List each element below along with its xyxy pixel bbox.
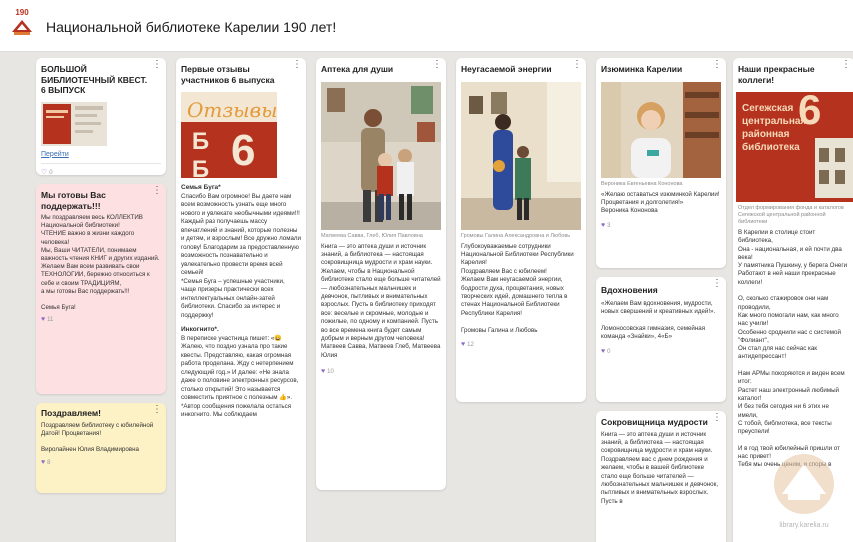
board-header: 190 Национальной библиотеке Карелии 190 … <box>0 0 853 52</box>
like-count: 12 <box>467 341 474 348</box>
post-title: Аптека для души <box>321 64 394 74</box>
heart-icon: ♥ <box>461 340 466 348</box>
more-options-icon[interactable]: ⋮ <box>712 279 722 289</box>
reviews-cover-image[interactable]: Отзывы ББК 6 <box>181 92 277 178</box>
like-count: 0 <box>607 348 611 355</box>
divider <box>41 162 161 164</box>
quest-cover-image[interactable] <box>41 101 107 146</box>
post-card-support[interactable]: ⋮ Мы готовы Вас поддержать!!! Мы поздрав… <box>36 184 166 394</box>
more-options-icon[interactable]: ⋮ <box>841 60 851 70</box>
like-count: 3 <box>607 222 611 229</box>
cover-text: Сегежская центральная районная библиотек… <box>742 103 807 153</box>
post-title: Сокровищница мудрости <box>601 417 708 427</box>
board-title: Национальной библиотеке Карелии 190 лет! <box>46 19 337 35</box>
post-body: Книга — это аптека души и источник знани… <box>601 430 719 505</box>
more-options-icon[interactable]: ⋮ <box>712 60 722 70</box>
like-button[interactable]: ♥ 0 <box>601 348 721 355</box>
review-text: Спасибо Вам огромное! Вы даете нам всем … <box>181 192 301 319</box>
woman-photo[interactable] <box>601 81 721 178</box>
photo-caption: Матвеева Савва, Глеб, Юлия Павловна <box>321 232 423 239</box>
two-women-photo[interactable] <box>461 81 581 230</box>
library-watermark: library.karelia.ru <box>762 444 846 540</box>
post-body: Поздравляем библиотеку с юбилейной Датой… <box>41 421 154 454</box>
heart-icon: ♥ <box>601 221 606 229</box>
heart-icon: ♥ <box>601 347 606 355</box>
open-link[interactable]: Перейти <box>41 151 161 158</box>
like-count: 0 <box>49 169 53 176</box>
post-card-energy[interactable]: ⋮ Неугасаемой энергии Громовы Галина Але… <box>456 58 586 402</box>
cover-number: 6 <box>798 92 822 133</box>
heart-icon: ♥ <box>41 316 46 324</box>
review-author-2: Инкогнито*. <box>181 326 219 334</box>
like-button[interactable]: ♥ 11 <box>41 316 161 323</box>
post-body: В Карелии в столице стоит библиотека, Он… <box>738 229 848 469</box>
more-options-icon[interactable]: ⋮ <box>152 60 162 70</box>
review-author: Семья Буга* <box>181 184 221 191</box>
more-options-icon[interactable]: ⋮ <box>152 186 162 196</box>
like-button[interactable]: ♥ 8 <box>41 459 161 466</box>
more-options-icon[interactable]: ⋮ <box>152 405 162 415</box>
heart-outline-icon: ♡ <box>41 168 48 176</box>
cover-number: 6 <box>231 126 256 175</box>
post-card-raisin[interactable]: ⋮ Изюминка Карелии Вероника Евгеньевна К… <box>596 58 726 268</box>
library-logo[interactable]: 190 <box>10 8 34 36</box>
watermark-text: library.karelia.ru <box>779 522 829 529</box>
segezha-library-image[interactable]: Сегежская центральная районная библиотек… <box>736 92 853 202</box>
photo-caption: Громовы Галина Александровна и Любовь <box>461 232 571 239</box>
post-title: Поздравляем! <box>41 408 101 418</box>
like-count: 8 <box>47 460 51 467</box>
post-title: Первые отзывы участников 6 выпуска <box>181 64 275 85</box>
like-button[interactable]: ♡ 0 <box>41 168 161 176</box>
heart-icon: ♥ <box>41 459 46 467</box>
photo-caption: Вероника Евгеньевна Кононова <box>601 180 683 187</box>
more-options-icon[interactable]: ⋮ <box>572 60 582 70</box>
like-count: 11 <box>47 317 54 324</box>
post-body: «Желаю оставаться изюминкой Карелии! Про… <box>601 190 720 215</box>
post-card-quest[interactable]: ⋮ БОЛЬШОЙ БИБЛИОТЕЧНЫЙ КВЕСТ. 6 ВЫПУСК П… <box>36 58 166 175</box>
more-options-icon[interactable]: ⋮ <box>432 60 442 70</box>
like-button[interactable]: ♥ 10 <box>321 368 441 375</box>
post-card-treasury[interactable]: ⋮ Сокровищница мудрости Книга — это апте… <box>596 411 726 542</box>
cover-word: Отзывы <box>187 98 277 122</box>
post-title: Наши прекрасные коллеги! <box>738 64 815 85</box>
like-button[interactable]: ♥ 3 <box>601 222 721 229</box>
post-title: Неугасаемой энергии <box>461 64 552 74</box>
post-card-pharmacy[interactable]: ⋮ Аптека для души Матвеева Савва, Глеб, … <box>316 58 446 490</box>
cover-letters: ББК <box>187 128 214 178</box>
post-title: Мы готовы Вас поддержать!!! <box>41 190 106 211</box>
post-card-congrats[interactable]: ⋮ Поздравляем! Поздравляем библиотеку с … <box>36 403 166 493</box>
post-body: Книга — это аптека души и источник знани… <box>321 242 441 359</box>
post-title: Изюминка Карелии <box>601 64 683 74</box>
post-card-inspiration[interactable]: ⋮ Вдохновения «Желаем Вам вдохновения, м… <box>596 277 726 402</box>
like-count: 10 <box>327 369 334 376</box>
like-button[interactable]: ♥ 12 <box>461 341 581 348</box>
family-photo[interactable] <box>321 81 441 230</box>
post-title: БОЛЬШОЙ БИБЛИОТЕЧНЫЙ КВЕСТ. 6 ВЫПУСК <box>41 64 148 95</box>
post-body: Мы поздравляем весь КОЛЛЕКТИВ Национальн… <box>41 214 160 312</box>
more-options-icon[interactable]: ⋮ <box>292 60 302 70</box>
post-title: Вдохновения <box>601 285 658 295</box>
heart-icon: ♥ <box>321 368 326 376</box>
more-options-icon[interactable]: ⋮ <box>712 413 722 423</box>
post-card-reviews[interactable]: ⋮ Первые отзывы участников 6 выпуска Отз… <box>176 58 306 542</box>
post-body: Глубокоуважаемые сотрудники Национальной… <box>461 242 574 334</box>
photo-caption: Отдел формирования фонда и каталогов Сег… <box>738 205 844 225</box>
review-text-2: В переписке участница пишет: «😀 Жалею, ч… <box>181 334 299 419</box>
post-body: «Желаем Вам вдохновения, мудрости, новых… <box>601 299 716 341</box>
